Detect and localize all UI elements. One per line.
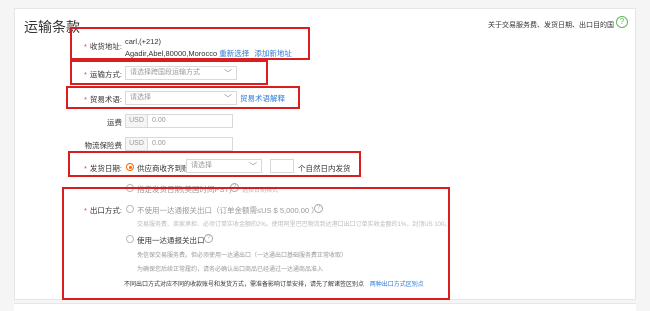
insurance-input[interactable]: USD 0.00 [125, 137, 233, 151]
help-icon[interactable]: ? [616, 16, 628, 28]
insurance-label: 物流保险费 [84, 141, 123, 150]
freight-label: 运费 [107, 118, 122, 127]
annotation-box-shipping [70, 60, 268, 85]
next-panel-edge [14, 303, 636, 311]
section-hint: 关于交易服务费、发货日期、出口目的国 [488, 22, 614, 29]
annotation-box-address [70, 27, 310, 60]
annotation-box-trade-terms [66, 86, 300, 109]
annotation-box-export [62, 187, 450, 300]
annotation-box-ship-date [68, 151, 361, 177]
freight-input[interactable]: USD 0.00 [125, 114, 233, 128]
